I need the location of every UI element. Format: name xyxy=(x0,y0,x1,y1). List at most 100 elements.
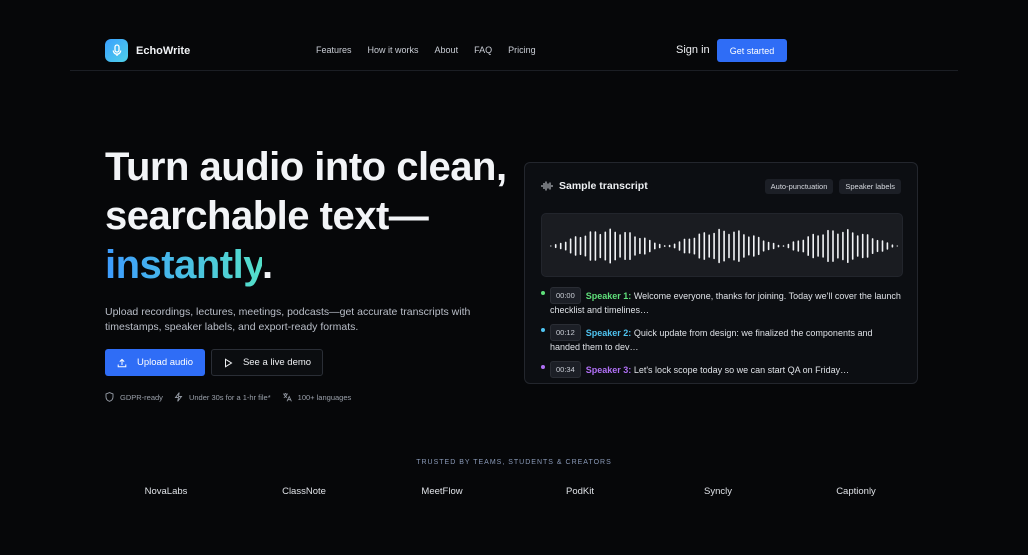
transcript-text: Let's lock scope today so we can start Q… xyxy=(633,365,850,375)
waveform-bar xyxy=(574,236,577,256)
waveform-bar xyxy=(807,236,809,256)
hero-title-accent: instantly xyxy=(105,243,263,287)
nav-link-features[interactable]: Features xyxy=(316,45,352,55)
feature-gdpr-label: GDPR-ready xyxy=(120,392,163,402)
waveform-bar xyxy=(797,240,800,252)
waveform-bar xyxy=(589,231,592,261)
waveform-bar xyxy=(866,234,869,258)
nav-link-faq[interactable]: FAQ xyxy=(474,45,492,55)
transcript-line[interactable]: 00:12 Speaker 2: Quick update from design… xyxy=(541,324,903,354)
upload-audio-button[interactable]: Upload audio xyxy=(105,349,205,376)
feature-languages: 100+ languages xyxy=(282,392,352,402)
chip-auto-punctuation[interactable]: Auto-punctuation xyxy=(764,179,834,194)
waveform-graphic xyxy=(550,228,899,264)
feature-languages-label: 100+ languages xyxy=(297,392,352,402)
waveform-bar xyxy=(678,241,681,251)
waveform-bar xyxy=(614,231,616,261)
timestamp-badge[interactable]: 00:00 xyxy=(550,287,581,304)
waveform-bar xyxy=(881,240,884,252)
waveform-bar xyxy=(693,237,696,255)
waveform-bar xyxy=(594,231,597,261)
transcript-line[interactable]: 00:34 Speaker 3: Let's lock scope today s… xyxy=(541,361,903,378)
hero-subtitle: Upload recordings, lectures, meetings, p… xyxy=(105,306,471,333)
waveform-bar xyxy=(837,233,839,259)
logo-classnote: ClassNote xyxy=(282,486,326,497)
speaker-dot xyxy=(541,328,545,332)
waveform-bar xyxy=(599,233,602,259)
waveform-bar xyxy=(629,232,631,260)
transcript-lines: 00:00 Speaker 1: Welcome everyone, thanks… xyxy=(541,287,903,385)
waveform-bar xyxy=(683,238,686,254)
upload-audio-label: Upload audio xyxy=(137,357,193,368)
waveform-bar xyxy=(748,236,750,256)
waveform-bar xyxy=(886,242,889,250)
trusted-label: TRUSTED BY TEAMS, STUDENTS & CREATORS xyxy=(416,459,612,466)
waveform-bar xyxy=(550,245,552,247)
logo-meetflow: MeetFlow xyxy=(421,486,463,497)
live-demo-button[interactable]: See a live demo xyxy=(211,349,323,376)
waveform-bar xyxy=(564,241,567,251)
timestamp-badge[interactable]: 00:34 xyxy=(550,361,581,378)
microphone-icon xyxy=(105,39,128,62)
waveform-bar xyxy=(639,237,641,255)
waveform-bar xyxy=(757,236,760,256)
waveform-bar xyxy=(772,242,775,250)
waveform-bar xyxy=(822,234,824,258)
audio-waveform[interactable] xyxy=(541,213,903,277)
lightning-icon xyxy=(174,392,183,402)
chip-speaker-labels[interactable]: Speaker labels xyxy=(839,179,901,194)
waveform-bar xyxy=(688,238,691,254)
waveform-bar xyxy=(832,230,834,262)
waveform-bar xyxy=(723,230,725,262)
waveform-bar xyxy=(891,244,894,248)
waveform-bar xyxy=(604,231,607,261)
waveform-bar xyxy=(663,245,666,247)
hero-title: Turn audio into clean, searchable text— … xyxy=(105,143,525,290)
waveform-bar xyxy=(579,236,582,256)
hero-title-line1: Turn audio into clean, xyxy=(105,145,507,189)
card-chips: Auto-punctuation Speaker labels xyxy=(764,179,901,194)
speaker-label: Speaker 2: xyxy=(585,328,632,338)
logo-podkit: PodKit xyxy=(566,486,594,497)
waveform-bar xyxy=(861,233,864,259)
waveform-bar xyxy=(624,231,626,260)
card-header: Sample transcript xyxy=(541,180,648,192)
nav-links: Features How it works About FAQ Pricing xyxy=(316,45,536,55)
get-started-button[interactable]: Get started xyxy=(717,39,787,62)
waveform-bar xyxy=(619,234,621,258)
waveform-bar xyxy=(767,241,770,251)
waveform-bar xyxy=(713,232,715,260)
logo-captionly: Captionly xyxy=(836,486,876,497)
waveform-bar xyxy=(718,228,720,264)
waveform-bar xyxy=(817,235,819,257)
sign-in-link[interactable]: Sign in xyxy=(676,44,710,56)
waveform-bar xyxy=(569,238,572,254)
feature-speed-label: Under 30s for a 1-hr file* xyxy=(188,392,271,402)
waveform-bar xyxy=(847,229,849,263)
brand-logo[interactable]: EchoWrite xyxy=(105,39,190,62)
hero-title-line2: searchable text— xyxy=(105,194,429,238)
feature-speed: Under 30s for a 1-hr file* xyxy=(174,392,271,402)
waveform-bar xyxy=(787,243,790,249)
waveform-bar xyxy=(777,244,780,248)
waveform-bar xyxy=(792,241,795,251)
waveform-bar xyxy=(856,235,859,257)
waveform-bar xyxy=(728,233,730,259)
waveform-bar xyxy=(871,238,874,254)
waveform-bar xyxy=(649,239,651,253)
nav-link-about[interactable]: About xyxy=(435,45,459,55)
waveform-bar xyxy=(708,234,710,258)
upload-icon xyxy=(117,358,127,367)
waveform-bar xyxy=(733,231,735,261)
waveform-bar xyxy=(876,239,879,253)
shield-icon xyxy=(105,392,114,402)
waveform-bar xyxy=(827,229,829,262)
timestamp-badge[interactable]: 00:12 xyxy=(550,324,581,341)
transcript-line[interactable]: 00:00 Speaker 1: Welcome everyone, thanks… xyxy=(541,287,903,317)
nav-link-how-it-works[interactable]: How it works xyxy=(368,45,419,55)
waveform-icon xyxy=(541,181,553,191)
nav-link-pricing[interactable]: Pricing xyxy=(508,45,536,55)
feature-gdpr: GDPR-ready xyxy=(105,392,163,402)
speaker-label: Speaker 3: xyxy=(585,365,632,375)
speaker-dot xyxy=(541,291,545,295)
